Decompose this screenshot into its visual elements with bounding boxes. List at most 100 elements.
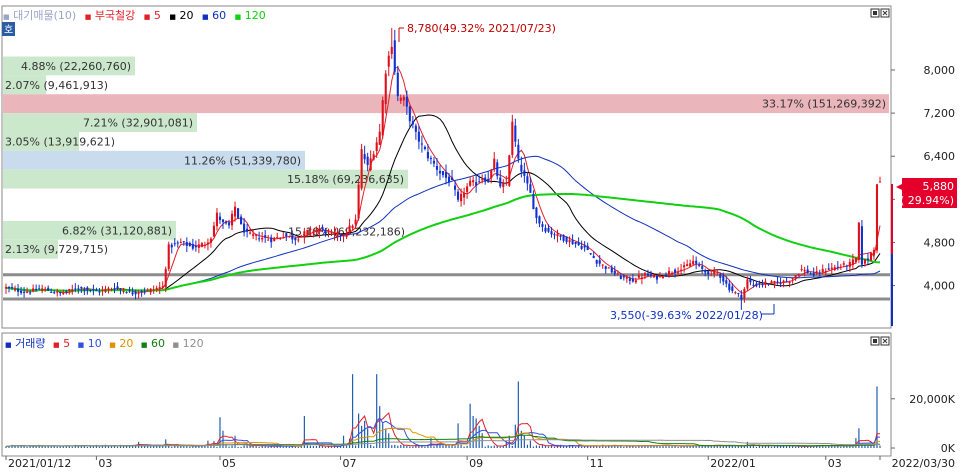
candle-body: [29, 292, 32, 294]
candle-body: [496, 162, 499, 177]
legend-marker: ■: [202, 13, 209, 21]
candle-body: [541, 224, 544, 227]
legend-ma120[interactable]: 120: [245, 9, 266, 22]
candle-body: [137, 293, 140, 295]
candle-body: [44, 288, 47, 290]
candle-body: [484, 177, 487, 182]
candle-body: [267, 239, 270, 241]
candle-body: [224, 221, 228, 224]
volume-bar: [764, 446, 767, 448]
candle-body: [318, 228, 321, 233]
candle-body: [164, 268, 167, 288]
legend-volume[interactable]: 거래량: [15, 337, 45, 350]
candle-body: [215, 212, 219, 227]
volume-bar: [98, 446, 101, 448]
legend-vma60[interactable]: 60: [151, 337, 165, 350]
candle-body: [270, 237, 273, 243]
candle-body: [122, 291, 125, 293]
candle-body: [89, 289, 92, 291]
legend-vma10[interactable]: 10: [88, 337, 102, 350]
candle-body: [221, 219, 225, 223]
candle-body: [372, 154, 375, 160]
candle-body: [203, 244, 206, 246]
volume-bar: [617, 446, 619, 448]
candle-body: [869, 253, 873, 261]
candle-body: [655, 275, 659, 280]
candle-body: [523, 170, 526, 176]
supply-zone-label: 2.07% (9,461,913): [5, 79, 108, 92]
candle-body: [161, 286, 164, 288]
candle-body: [107, 288, 110, 290]
candle-body: [722, 275, 725, 282]
candle-body: [158, 287, 161, 290]
legend-ma5[interactable]: 5: [154, 9, 161, 22]
candle-body: [559, 235, 562, 237]
candle-body: [384, 73, 387, 104]
candle-body: [758, 283, 761, 285]
candle-body: [752, 284, 755, 286]
candle-body: [670, 272, 674, 275]
candle-body: [179, 241, 182, 243]
volume-bar: [463, 446, 465, 448]
legend-vma20[interactable]: 20: [119, 337, 133, 350]
volume-bar: [342, 435, 345, 448]
legend-stock-name[interactable]: 부국철강: [95, 9, 135, 22]
candle-body: [83, 289, 86, 291]
volume-bar: [538, 445, 541, 448]
supply-zone-label: 3.05% (13,919,621): [5, 135, 115, 148]
candle-body: [713, 270, 716, 274]
volume-bar: [44, 446, 46, 448]
candle-body: [17, 288, 20, 292]
candle-body: [450, 177, 454, 181]
volume-bar: [216, 446, 218, 448]
legend-ma20[interactable]: 20: [180, 9, 194, 22]
candle-body: [475, 182, 478, 186]
candle-body: [547, 227, 550, 232]
legend-vma5[interactable]: 5: [63, 337, 70, 350]
candle-body: [140, 291, 143, 293]
candle-body: [827, 268, 830, 270]
volume-bar: [20, 446, 22, 448]
volume-bar: [782, 446, 785, 448]
candle-body: [243, 223, 246, 233]
candle-body: [188, 242, 191, 246]
date-tick-label: 07: [343, 457, 357, 469]
candle-body: [71, 289, 74, 292]
volume-bar: [517, 381, 519, 448]
candle-body: [839, 266, 842, 268]
legend-vma120[interactable]: 120: [183, 337, 204, 350]
candle-body: [773, 280, 776, 284]
candle-body: [821, 269, 824, 273]
candle-body: [240, 216, 243, 225]
volume-bar: [92, 446, 94, 448]
candle-body: [32, 288, 35, 292]
date-tick-label: 2021/01/12: [8, 457, 71, 469]
candle-body: [857, 222, 860, 260]
candle-body: [288, 236, 291, 238]
candle-body: [454, 185, 457, 190]
candle-body: [354, 219, 357, 225]
volume-bar: [523, 435, 525, 448]
volume-bar: [466, 445, 468, 448]
legend-supply[interactable]: 대기매물(10): [13, 9, 76, 22]
legend-ma60[interactable]: 60: [212, 9, 226, 22]
candle-body: [499, 177, 502, 187]
volume-tick-label: 20,000K: [909, 393, 955, 406]
candle-body: [116, 286, 119, 289]
candle-body: [830, 267, 833, 269]
candle-body: [53, 292, 56, 294]
candle-body: [104, 288, 107, 292]
volume-bar: [388, 433, 390, 448]
candle-body: [26, 291, 29, 293]
candle-body: [755, 283, 758, 287]
volume-bar: [394, 444, 396, 448]
svg-text:■ 대기매물(10) ■: ■ 대기매물(10) ■ 부국철강 ■ 5 ■ 20 ■ 60 ■ 120: [3, 9, 266, 22]
candle-body: [556, 233, 559, 237]
candle-body: [68, 288, 71, 292]
candle-body: [818, 272, 821, 274]
candle-body: [728, 283, 731, 291]
candle-body: [420, 143, 423, 145]
candle-body: [803, 269, 806, 272]
volume-bar: [86, 446, 88, 448]
candle-body: [577, 242, 580, 246]
